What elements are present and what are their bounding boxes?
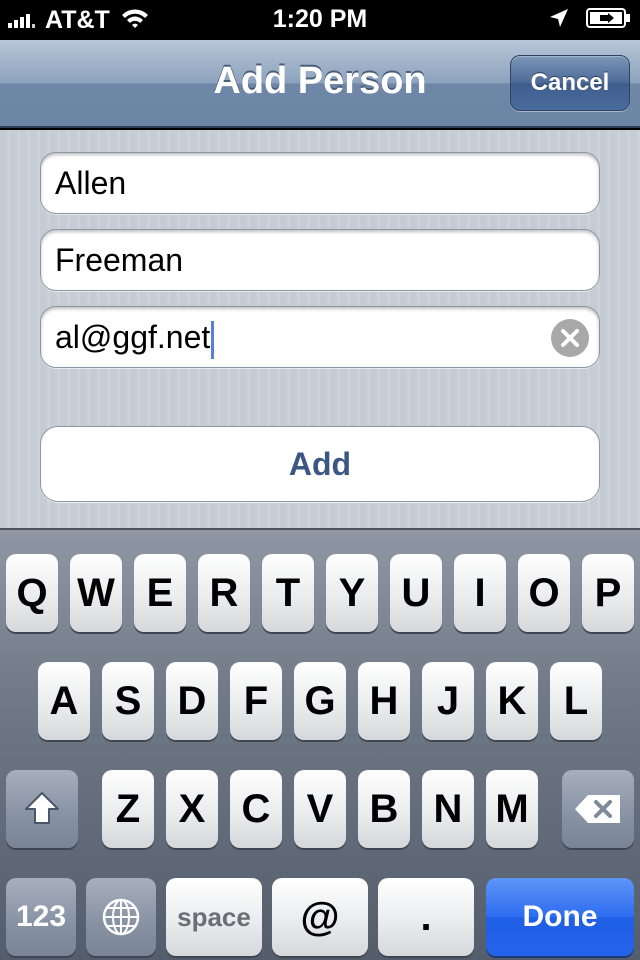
key-o[interactable]: O	[518, 554, 570, 632]
key-h[interactable]: H	[358, 662, 410, 740]
key-z[interactable]: Z	[102, 770, 154, 848]
key-u[interactable]: U	[390, 554, 442, 632]
space-key[interactable]: space	[166, 878, 262, 956]
key-s[interactable]: S	[102, 662, 154, 740]
key-w[interactable]: W	[70, 554, 122, 632]
clear-text-icon[interactable]	[551, 319, 589, 357]
key-k[interactable]: K	[486, 662, 538, 740]
key-p[interactable]: P	[582, 554, 634, 632]
key-v[interactable]: V	[294, 770, 346, 848]
last-name-value: Freeman	[55, 242, 184, 278]
cancel-button[interactable]: Cancel	[510, 55, 630, 111]
keyboard: Q W E R T Y U I O P A S D F G H J K L Z …	[0, 528, 640, 960]
key-x[interactable]: X	[166, 770, 218, 848]
key-j[interactable]: J	[422, 662, 474, 740]
key-e[interactable]: E	[134, 554, 186, 632]
key-r[interactable]: R	[198, 554, 250, 632]
form-area: Allen Freeman al@ggf.net Add	[0, 130, 640, 528]
first-name-field[interactable]: Allen	[40, 152, 600, 214]
key-i[interactable]: I	[454, 554, 506, 632]
add-button[interactable]: Add	[40, 426, 600, 502]
done-key[interactable]: Done	[486, 878, 634, 956]
numbers-key[interactable]: 123	[6, 878, 76, 956]
text-cursor	[211, 320, 215, 359]
location-arrow-icon	[548, 7, 570, 34]
last-name-field[interactable]: Freeman	[40, 229, 600, 291]
key-f[interactable]: F	[230, 662, 282, 740]
key-l[interactable]: L	[550, 662, 602, 740]
key-c[interactable]: C	[230, 770, 282, 848]
status-right	[548, 6, 632, 34]
email-value: al@ggf.net	[55, 319, 211, 355]
email-field[interactable]: al@ggf.net	[40, 306, 600, 368]
clock-time: 1:20 PM	[272, 5, 368, 33]
first-name-value: Allen	[55, 165, 127, 201]
key-y[interactable]: Y	[326, 554, 378, 632]
key-t[interactable]: T	[262, 554, 314, 632]
status-bar: AT&T 1:20 PM	[0, 0, 640, 40]
at-key[interactable]: @	[272, 878, 368, 956]
key-q[interactable]: Q	[6, 554, 58, 632]
dot-key[interactable]: .	[378, 878, 474, 956]
globe-key[interactable]	[86, 878, 156, 956]
key-d[interactable]: D	[166, 662, 218, 740]
key-a[interactable]: A	[38, 662, 90, 740]
navigation-bar: Add Person Cancel	[0, 40, 640, 128]
key-n[interactable]: N	[422, 770, 474, 848]
backspace-key[interactable]	[562, 770, 634, 848]
shift-key[interactable]	[6, 770, 78, 848]
key-g[interactable]: G	[294, 662, 346, 740]
battery-charging-icon	[586, 7, 632, 34]
key-m[interactable]: M	[486, 770, 538, 848]
key-b[interactable]: B	[358, 770, 410, 848]
